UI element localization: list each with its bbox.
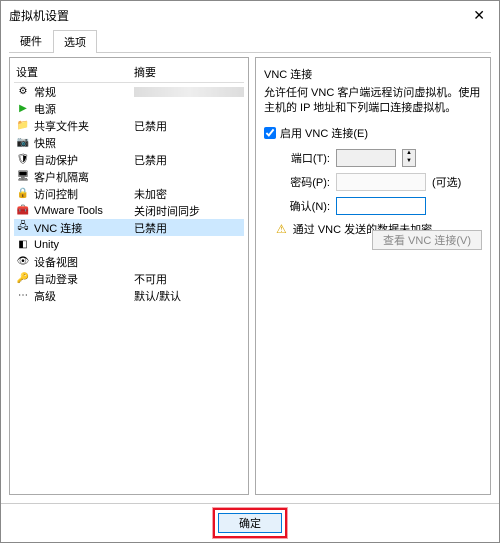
enable-vnc-label[interactable]: 启用 VNC 连接(E)	[280, 125, 368, 141]
view-vnc-button[interactable]: 查看 VNC 连接(V)	[372, 230, 482, 250]
vm-settings-dialog: 虚拟机设置 ✕ 硬件 选项 设置 摘要 ⚙常规▶电源📁共享文件夹已禁用📷快照🛡自…	[0, 0, 500, 543]
camera-icon: 📷	[16, 136, 30, 150]
list-item-label: 共享文件夹	[34, 118, 134, 134]
list-item-summary	[134, 87, 244, 97]
gear-icon: ⚙	[16, 85, 30, 99]
confirm-label: 确认(N):	[280, 198, 330, 214]
list-item-label: 设备视图	[34, 254, 134, 270]
list-item-label: 自动保护	[34, 152, 134, 168]
list-item-快照[interactable]: 📷 快照	[14, 134, 244, 151]
list-item-summary: 不可用	[134, 271, 244, 287]
list-item-vmwaretools[interactable]: 🧰 VMware Tools关闭时间同步	[14, 202, 244, 219]
settings-list: 设置 摘要 ⚙常规▶电源📁共享文件夹已禁用📷快照🛡自动保护已禁用🖥客户机隔离🔒访…	[9, 57, 249, 495]
list-item-summary: 默认/默认	[134, 288, 244, 304]
isolate-icon: 🖥	[16, 170, 30, 184]
list-item-label: VNC 连接	[34, 220, 134, 236]
list-item-常规[interactable]: ⚙ 常规	[14, 83, 244, 100]
dialog-footer: 确定	[1, 503, 499, 542]
tab-options[interactable]: 选项	[53, 30, 97, 53]
advanced-icon: ⋯	[16, 289, 30, 303]
lock-icon: 🔒	[16, 187, 30, 201]
vnc-panel: VNC 连接 允许任何 VNC 客户端远程访问虚拟机。使用主机的 IP 地址和下…	[255, 57, 491, 495]
panes: 设置 摘要 ⚙常规▶电源📁共享文件夹已禁用📷快照🛡自动保护已禁用🖥客户机隔离🔒访…	[9, 57, 491, 495]
list-item-label: 常规	[34, 84, 134, 100]
ok-button[interactable]: 确定	[218, 513, 282, 533]
list-item-label: 访问控制	[34, 186, 134, 202]
list-item-label: 客户机隔离	[34, 169, 134, 185]
tab-hardware[interactable]: 硬件	[9, 29, 53, 52]
list-item-label: Unity	[34, 239, 134, 251]
vnc-icon: 🖧	[16, 221, 30, 235]
list-body: ⚙常规▶电源📁共享文件夹已禁用📷快照🛡自动保护已禁用🖥客户机隔离🔒访问控制未加密…	[14, 83, 244, 490]
password-row: 密码(P): (可选)	[280, 173, 482, 191]
spinner-up-icon[interactable]: ▲	[403, 150, 415, 158]
port-label: 端口(T):	[280, 150, 330, 166]
ok-highlight: 确定	[213, 508, 287, 538]
tools-icon: 🧰	[16, 204, 30, 218]
password-label: 密码(P):	[280, 174, 330, 190]
dialog-content: 硬件 选项 设置 摘要 ⚙常规▶电源📁共享文件夹已禁用📷快照🛡自动保护已禁用🖥客…	[1, 29, 499, 503]
list-item-label: 自动登录	[34, 271, 134, 287]
view-icon: 👁	[16, 255, 30, 269]
list-item-vnc连接[interactable]: 🖧 VNC 连接已禁用	[14, 219, 244, 236]
confirm-row: 确认(N):	[280, 197, 482, 215]
list-item-label: 高级	[34, 288, 134, 304]
list-item-summary: 已禁用	[134, 220, 244, 236]
section-desc: 允许任何 VNC 客户端远程访问虚拟机。使用主机的 IP 地址和下列端口连接虚拟…	[264, 86, 482, 117]
list-item-访问控制[interactable]: 🔒 访问控制未加密	[14, 185, 244, 202]
tabs: 硬件 选项	[9, 29, 491, 53]
list-item-summary: 已禁用	[134, 152, 244, 168]
port-spinner: ▲ ▼	[402, 149, 416, 167]
list-item-summary: 关闭时间同步	[134, 203, 244, 219]
list-item-设备视图[interactable]: 👁 设备视图	[14, 253, 244, 270]
close-icon[interactable]: ✕	[467, 5, 491, 26]
list-item-summary: 未加密	[134, 186, 244, 202]
list-item-共享文件夹[interactable]: 📁 共享文件夹已禁用	[14, 117, 244, 134]
header-summary: 摘要	[134, 64, 244, 80]
folder-icon: 📁	[16, 119, 30, 133]
enable-vnc-row: 启用 VNC 连接(E)	[264, 125, 482, 141]
list-item-自动登录[interactable]: 🔑 自动登录不可用	[14, 270, 244, 287]
password-input[interactable]	[336, 173, 426, 191]
login-icon: 🔑	[16, 272, 30, 286]
titlebar: 虚拟机设置 ✕	[1, 1, 499, 29]
password-optional: (可选)	[432, 174, 461, 190]
list-item-高级[interactable]: ⋯ 高级默认/默认	[14, 287, 244, 304]
port-row: 端口(T): ▲ ▼	[280, 149, 482, 167]
confirm-input[interactable]	[336, 197, 426, 215]
list-header: 设置 摘要	[14, 62, 244, 83]
unity-icon: ◧	[16, 238, 30, 252]
window-title: 虚拟机设置	[9, 7, 69, 24]
spinner-down-icon[interactable]: ▼	[403, 158, 415, 166]
list-item-label: 快照	[34, 135, 134, 151]
list-item-label: VMware Tools	[34, 205, 134, 217]
list-item-unity[interactable]: ◧ Unity	[14, 236, 244, 253]
enable-vnc-checkbox[interactable]	[264, 127, 276, 139]
list-item-summary: 已禁用	[134, 118, 244, 134]
power-icon: ▶	[16, 102, 30, 116]
port-input[interactable]	[336, 149, 396, 167]
warning-icon: ⚠	[276, 222, 287, 236]
shield-icon: 🛡	[16, 153, 30, 167]
section-title: VNC 连接	[264, 66, 482, 82]
list-item-客户机隔离[interactable]: 🖥 客户机隔离	[14, 168, 244, 185]
list-item-自动保护[interactable]: 🛡 自动保护已禁用	[14, 151, 244, 168]
list-item-label: 电源	[34, 101, 134, 117]
header-setting: 设置	[14, 64, 134, 80]
list-item-电源[interactable]: ▶ 电源	[14, 100, 244, 117]
